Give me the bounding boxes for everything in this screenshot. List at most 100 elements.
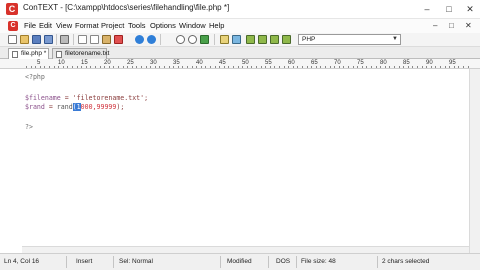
ruler-tick <box>311 66 313 68</box>
ruler-tick <box>256 66 257 68</box>
undo-icon[interactable] <box>135 35 144 44</box>
copy-icon[interactable] <box>90 35 99 44</box>
ruler-tick <box>30 66 32 68</box>
ruler-tick <box>426 66 428 68</box>
ruler-tick <box>219 66 221 68</box>
ruler-tick <box>421 66 423 68</box>
code-function: rand <box>56 103 73 111</box>
open-icon[interactable] <box>20 35 29 44</box>
cursor-position: Ln 4, Col 16 <box>4 258 40 265</box>
exec-f10-icon[interactable] <box>258 35 267 44</box>
ruler-tick <box>173 66 175 68</box>
ruler-tick <box>26 66 27 68</box>
word-wrap-icon[interactable] <box>232 35 241 44</box>
ruler-tick <box>417 66 418 68</box>
vertical-scrollbar[interactable] <box>469 69 480 253</box>
save-icon[interactable] <box>32 35 41 44</box>
ruler-tick <box>228 66 230 68</box>
ruler-tick <box>104 66 106 68</box>
menu-help[interactable]: Help <box>209 21 224 30</box>
ruler-tick <box>150 66 152 68</box>
status-separator <box>296 256 297 268</box>
code-string: 'filetorename.txt' <box>72 94 145 102</box>
ruler-tick <box>334 66 336 68</box>
ruler-tick <box>164 66 165 68</box>
status-separator <box>268 256 269 268</box>
minimize-button[interactable]: – <box>419 2 435 16</box>
exec-f12-icon[interactable] <box>282 35 291 44</box>
ruler-tick <box>292 66 294 68</box>
ruler-tick <box>403 66 405 68</box>
doc-close-button[interactable]: ✕ <box>465 21 472 30</box>
tab-filetorename-txt[interactable]: filetorename.txt <box>52 48 109 59</box>
new-file-icon[interactable] <box>8 35 17 44</box>
close-button[interactable]: ✕ <box>462 2 478 16</box>
file-size: File size: 48 <box>301 258 336 265</box>
menu-file[interactable]: File <box>24 21 36 30</box>
language-select[interactable]: PHP ▼ <box>298 34 401 45</box>
menu-edit[interactable]: Edit <box>39 21 52 30</box>
ruler-tick <box>251 66 253 68</box>
maximize-button[interactable]: □ <box>441 2 457 16</box>
ruler-icon[interactable] <box>220 35 229 44</box>
find-icon[interactable] <box>176 35 185 44</box>
document-menu-icon[interactable]: C <box>8 21 18 31</box>
paste-icon[interactable] <box>102 35 111 44</box>
exec-f11-icon[interactable] <box>270 35 279 44</box>
save-all-icon[interactable] <box>44 35 53 44</box>
document-icon <box>12 51 18 58</box>
ruler-tick <box>302 66 303 68</box>
ruler-tick <box>49 66 50 68</box>
ruler-tick <box>297 66 299 68</box>
tab-file-php[interactable]: file.php * <box>8 48 49 59</box>
redo-icon[interactable] <box>147 35 156 44</box>
ruler-tick <box>90 66 92 68</box>
code-numbers: 000,99999 <box>80 103 117 111</box>
menu-window[interactable]: Window <box>179 21 206 30</box>
replace-icon[interactable] <box>200 35 209 44</box>
code-line-1: <?php <box>25 73 45 81</box>
menu-project[interactable]: Project <box>101 21 124 30</box>
ruler-tick <box>389 66 391 68</box>
selected-text[interactable]: (1 <box>72 103 81 111</box>
doc-restore-button[interactable]: □ <box>449 21 454 30</box>
ruler-tick <box>440 66 441 68</box>
status-separator <box>220 256 221 268</box>
ruler-tick <box>315 66 317 68</box>
ruler-tick <box>320 66 322 68</box>
ruler-tick <box>58 66 60 68</box>
code-line-3: $filename = 'filetorename.txt'; <box>25 94 148 102</box>
php-open-tag: <?php <box>25 73 45 81</box>
line-ending-format: DOS <box>276 258 291 265</box>
menu-bar: C File Edit View Format Project Tools Op… <box>0 19 480 33</box>
ruler-tick <box>223 66 225 68</box>
menu-view[interactable]: View <box>56 21 72 30</box>
ruler-tick <box>242 66 244 68</box>
ruler-tick <box>371 66 372 68</box>
find-next-icon[interactable] <box>188 35 197 44</box>
ruler-tick <box>288 66 290 68</box>
ruler-tick <box>187 66 188 68</box>
code-line-4: $rand = rand(1000,99999); <box>25 103 124 111</box>
horizontal-scrollbar[interactable] <box>22 246 469 253</box>
print-icon[interactable] <box>60 35 69 44</box>
selection-mode: Sel: Normal <box>119 258 153 265</box>
code-line-6: ?> <box>25 123 33 131</box>
menu-tools[interactable]: Tools <box>128 21 146 30</box>
application-window: C ConTEXT - [C:\xampp\htdocs\series\file… <box>0 0 480 270</box>
ruler-tick <box>196 66 198 68</box>
menu-format[interactable]: Format <box>75 21 99 30</box>
code-editor[interactable]: <?php $filename = 'filetorename.txt'; $r… <box>0 69 480 253</box>
code-terminator: ); <box>116 103 125 111</box>
cut-icon[interactable] <box>78 35 87 44</box>
ruler-tick <box>44 66 46 68</box>
doc-minimize-button[interactable]: – <box>433 21 437 30</box>
menu-options[interactable]: Options <box>150 21 176 30</box>
ruler-tick <box>205 66 207 68</box>
ruler-tick <box>361 66 363 68</box>
ruler-tick <box>325 66 326 68</box>
delete-icon[interactable] <box>114 35 123 44</box>
exec-f9-icon[interactable] <box>246 35 255 44</box>
ruler-tick <box>62 66 64 68</box>
ruler-tick <box>329 66 331 68</box>
